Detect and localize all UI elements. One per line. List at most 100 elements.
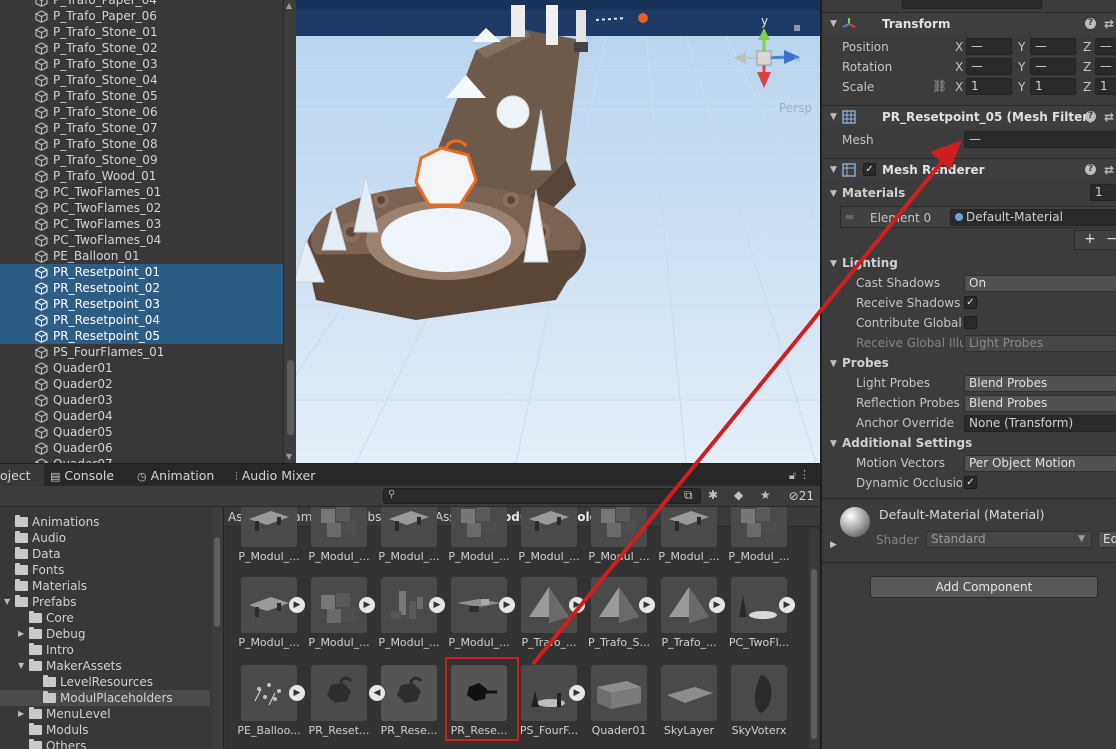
hierarchy-item[interactable]: PS_FourFlames_01: [0, 344, 283, 360]
scale-z-label[interactable]: Z: [1083, 80, 1091, 94]
asset-label[interactable]: PE_Balloo...: [234, 724, 304, 737]
asset-label[interactable]: P_Modul_...: [654, 550, 724, 563]
asset-thumbnail[interactable]: [731, 507, 787, 547]
expand-prefab-icon[interactable]: ▶: [359, 597, 375, 613]
expand-prefab-icon[interactable]: ▶: [289, 685, 305, 701]
folder-item[interactable]: ▶ MenuLevel: [0, 706, 210, 722]
pos-x-label[interactable]: X: [955, 40, 963, 54]
hierarchy-item[interactable]: PR_Resetpoint_03: [0, 296, 283, 312]
asset-thumbnail[interactable]: [381, 507, 437, 547]
asset-thumbnail[interactable]: [731, 665, 787, 721]
asset-label[interactable]: P_Modul_...: [234, 550, 304, 563]
folder-scrollbar[interactable]: [212, 507, 222, 749]
hierarchy-scrollbar[interactable]: ▲ ▼: [283, 0, 296, 463]
transform-header[interactable]: ▼ Transform ? ⇄: [822, 12, 1116, 34]
hierarchy-item[interactable]: P_Trafo_Stone_05: [0, 88, 283, 104]
hierarchy-item[interactable]: P_Trafo_Stone_02: [0, 40, 283, 56]
hierarchy-item[interactable]: Quader07: [0, 456, 283, 463]
object-tag-field[interactable]: [902, 0, 1042, 9]
collapse-icon[interactable]: ▼: [830, 106, 837, 128]
folder-item[interactable]: ▼ MakerAssets: [0, 658, 210, 674]
rotation-z-field[interactable]: —: [1095, 58, 1116, 75]
constrain-proportions-icon[interactable]: ⛓: [932, 79, 947, 93]
settings-icon[interactable]: ⇄: [1104, 106, 1114, 128]
hierarchy-item[interactable]: P_Trafo_Wood_01: [0, 168, 283, 184]
receive-shadows-checkbox[interactable]: ✓: [964, 296, 977, 309]
asset-label[interactable]: P_Modul_...: [514, 550, 584, 563]
expand-closed-icon[interactable]: ▶: [18, 706, 24, 722]
tab-console[interactable]: ▤ Console: [50, 464, 130, 486]
collapse-icon[interactable]: ▼: [830, 13, 837, 35]
materials-expand-icon[interactable]: ▼: [830, 189, 837, 199]
folder-item[interactable]: Intro: [0, 642, 210, 658]
hierarchy-item[interactable]: P_Trafo_Stone_08: [0, 136, 283, 152]
collapse-prefab-icon[interactable]: ◀: [369, 685, 385, 701]
add-element-button[interactable]: +: [1084, 231, 1096, 247]
expand-prefab-icon[interactable]: ▶: [639, 597, 655, 613]
hierarchy-item[interactable]: P_Trafo_Paper_06: [0, 8, 283, 24]
asset-thumbnail[interactable]: [381, 665, 437, 721]
lighting-label[interactable]: Lighting: [842, 256, 898, 270]
asset-label[interactable]: SkyVoterx: [724, 724, 794, 737]
hierarchy-item[interactable]: PR_Resetpoint_04: [0, 312, 283, 328]
expand-prefab-icon[interactable]: ▶: [499, 597, 515, 613]
folder-item[interactable]: LevelResources: [0, 674, 210, 690]
materials-label[interactable]: Materials: [842, 186, 905, 200]
hierarchy-item[interactable]: PR_Resetpoint_05: [0, 328, 283, 344]
tab-animation[interactable]: ◷ Animation: [137, 464, 227, 486]
hierarchy-item[interactable]: Quader05: [0, 424, 283, 440]
asset-label[interactable]: P_Modul_...: [234, 636, 304, 649]
kebab-menu-icon[interactable]: ⋮: [799, 468, 810, 481]
folder-item[interactable]: ▶ Debug: [0, 626, 210, 642]
expand-closed-icon[interactable]: ▶: [18, 626, 24, 642]
mesh-filter-header[interactable]: ▼ PR_Resetpoint_05 (Mesh Filter) ? ⇄: [822, 105, 1116, 127]
hierarchy-item[interactable]: Quader04: [0, 408, 283, 424]
contribute-gi-checkbox[interactable]: [964, 316, 977, 329]
asset-label[interactable]: P_Trafo_...: [654, 636, 724, 649]
hierarchy-item[interactable]: Quader03: [0, 392, 283, 408]
lighting-expand-icon[interactable]: ▼: [830, 259, 837, 269]
asset-thumbnail[interactable]: [521, 507, 577, 547]
position-y-field[interactable]: —: [1030, 38, 1076, 55]
hierarchy-item[interactable]: Quader01: [0, 360, 283, 376]
asset-thumbnail[interactable]: [451, 507, 507, 547]
asset-label[interactable]: Quader01: [584, 724, 654, 737]
shader-dropdown[interactable]: Standard ▼: [926, 531, 1092, 548]
folder-item[interactable]: Data: [0, 546, 210, 562]
search-by-label-icon[interactable]: ✱: [708, 488, 718, 502]
rot-x-label[interactable]: X: [955, 60, 963, 74]
folder-item[interactable]: ▼ Prefabs: [0, 594, 210, 610]
scroll-down-icon[interactable]: ▼: [286, 452, 292, 461]
add-component-button[interactable]: Add Component: [870, 576, 1098, 598]
hierarchy-item[interactable]: P_Trafo_Stone_06: [0, 104, 283, 120]
cast-shadows-dropdown[interactable]: On: [964, 275, 1116, 292]
hierarchy-item[interactable]: Quader02: [0, 376, 283, 392]
asset-scroll-thumb[interactable]: [811, 569, 817, 739]
expand-prefab-icon[interactable]: ▶: [569, 685, 585, 701]
mesh-field[interactable]: —: [964, 131, 1116, 148]
hierarchy-item[interactable]: P_Trafo_Stone_04: [0, 72, 283, 88]
rotation-x-field[interactable]: —: [966, 58, 1012, 75]
expand-prefab-icon[interactable]: ▶: [429, 597, 445, 613]
light-probes-dropdown[interactable]: Blend Probes: [964, 375, 1116, 392]
hierarchy-item[interactable]: PE_Balloon_01: [0, 248, 283, 264]
material-expand-icon[interactable]: ▶: [830, 540, 837, 550]
scroll-up-icon[interactable]: ▲: [286, 1, 292, 10]
rotation-y-field[interactable]: —: [1030, 58, 1076, 75]
settings-icon[interactable]: ⇄: [1104, 13, 1114, 35]
rot-z-label[interactable]: Z: [1083, 60, 1091, 74]
folder-item[interactable]: Core: [0, 610, 210, 626]
probes-label[interactable]: Probes: [842, 356, 889, 370]
expand-prefab-icon[interactable]: ▶: [709, 597, 725, 613]
asset-label[interactable]: P_Modul_...: [584, 550, 654, 563]
asset-label[interactable]: P_Modul_...: [374, 636, 444, 649]
asset-thumbnail[interactable]: [241, 507, 297, 547]
anchor-override-field[interactable]: None (Transform): [964, 415, 1116, 432]
folder-scroll-thumb[interactable]: [214, 537, 220, 627]
asset-label[interactable]: PR_Rese...: [374, 724, 444, 737]
tag-icon[interactable]: ◆: [734, 488, 743, 502]
hierarchy-item[interactable]: P_Trafo_Stone_03: [0, 56, 283, 72]
asset-label[interactable]: PC_TwoFl...: [724, 636, 794, 649]
tab-project[interactable]: oject: [0, 464, 44, 486]
materials-count-field[interactable]: 1: [1090, 184, 1116, 201]
